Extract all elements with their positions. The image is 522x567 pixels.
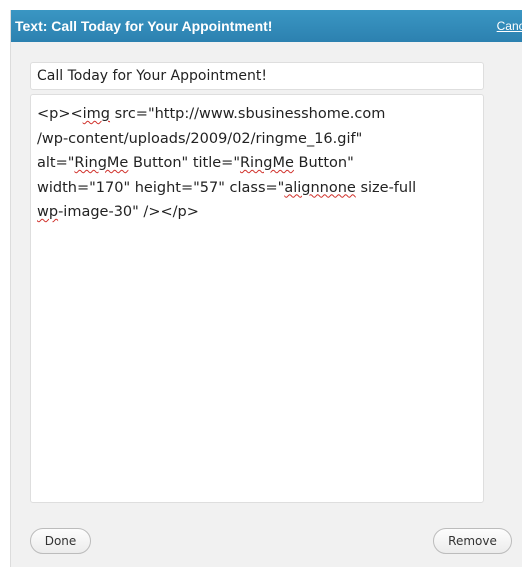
content-line-3: alt="RingMe Button" title="RingMe Button… [37, 155, 354, 171]
content-line-2: /wp-content/uploads/2009/02/ringme_16.gi… [37, 130, 363, 147]
content-line-5: wp-image-30" /></p> [37, 204, 199, 220]
cancel-link[interactable]: Cancel [497, 19, 522, 33]
widget-content-textarea[interactable]: <p><img src="http://www.sbusinesshome.co… [30, 94, 484, 503]
widget-titlebar[interactable]: Text: Call Today for Your Appointment! C… [11, 10, 522, 42]
widget-title-input[interactable]: Call Today for Your Appointment! [30, 62, 484, 90]
remove-button[interactable]: Remove [433, 528, 512, 554]
widget-title: Text: Call Today for Your Appointment! [15, 18, 273, 34]
done-button[interactable]: Done [30, 528, 91, 554]
text-widget-panel: Text: Call Today for Your Appointment! C… [10, 10, 522, 567]
content-line-1: <p><img src="http://www.sbusinesshome.co… [37, 106, 386, 122]
content-line-4: width="170" height="57" class="alignnone… [37, 179, 417, 196]
